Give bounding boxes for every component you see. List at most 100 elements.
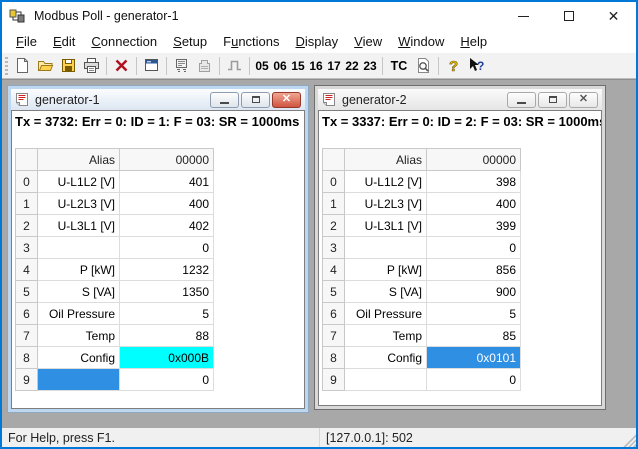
corner-header — [323, 149, 345, 171]
value-cell[interactable]: 398 — [427, 171, 521, 193]
menu-display[interactable]: Display — [288, 32, 347, 51]
restore-icon — [252, 96, 260, 103]
value-cell[interactable]: 400 — [427, 193, 521, 215]
alias-cell[interactable]: P [kW] — [345, 259, 427, 281]
value-cell[interactable]: 5 — [120, 303, 214, 325]
config-value-cell-selected[interactable]: 0x0101 — [427, 347, 521, 369]
alias-cell[interactable]: U-L1L2 [V] — [345, 171, 427, 193]
menu-setup[interactable]: Setup — [165, 32, 215, 51]
menu-help[interactable]: Help — [452, 32, 495, 51]
child-restore-button[interactable] — [538, 92, 567, 108]
new-button[interactable] — [11, 55, 34, 77]
function-06-button[interactable]: 06 — [271, 55, 289, 77]
alias-cell[interactable]: S [VA] — [38, 281, 120, 303]
alias-cell[interactable]: U-L2L3 [V] — [345, 193, 427, 215]
value-cell[interactable]: 1232 — [120, 259, 214, 281]
menu-window[interactable]: Window — [390, 32, 452, 51]
value-cell[interactable]: 900 — [427, 281, 521, 303]
close-button[interactable]: ✕ — [591, 2, 636, 30]
alias-cell[interactable]: Temp — [345, 325, 427, 347]
alias-cell-selected[interactable] — [38, 369, 120, 391]
child-minimize-button[interactable] — [507, 92, 536, 108]
toolbar-grip[interactable] — [5, 57, 8, 75]
titlebar[interactable]: Modbus Poll - generator-1 ✕ — [2, 2, 636, 30]
setup-window-icon — [143, 57, 160, 74]
table-row: 7 Temp 88 — [16, 325, 214, 347]
cancel-button[interactable] — [110, 55, 133, 77]
save-button[interactable] — [57, 55, 80, 77]
alias-cell[interactable]: Oil Pressure — [38, 303, 120, 325]
poll-definition-button[interactable] — [170, 55, 193, 77]
open-button[interactable] — [34, 55, 57, 77]
function-17-button[interactable]: 17 — [325, 55, 343, 77]
value-cell[interactable]: 85 — [427, 325, 521, 347]
table-row: 8 Config 0x000B — [16, 347, 214, 369]
value-cell[interactable]: 88 — [120, 325, 214, 347]
function-23-button[interactable]: 23 — [361, 55, 379, 77]
value-cell[interactable]: 400 — [120, 193, 214, 215]
comm-traffic-button[interactable] — [193, 55, 216, 77]
alias-cell[interactable]: U-L2L3 [V] — [38, 193, 120, 215]
child-titlebar-generator-1[interactable]: generator-1 ✕ — [11, 89, 305, 110]
menu-edit[interactable]: Edit — [45, 32, 83, 51]
value-cell[interactable]: 1350 — [120, 281, 214, 303]
config-value-cell-highlighted[interactable]: 0x000B — [120, 347, 214, 369]
alias-cell[interactable]: P [kW] — [38, 259, 120, 281]
menu-view[interactable]: View — [346, 32, 390, 51]
status-connection-text: [127.0.0.1]: 502 — [320, 428, 413, 447]
value-cell[interactable]: 0 — [120, 237, 214, 259]
resize-grip[interactable] — [622, 433, 636, 447]
document-icon — [14, 92, 30, 107]
alias-cell[interactable] — [38, 237, 120, 259]
alias-cell[interactable]: Temp — [38, 325, 120, 347]
help-button[interactable]: ? — [442, 55, 465, 77]
menu-functions[interactable]: Functions — [215, 32, 287, 51]
child-close-button[interactable]: ✕ — [272, 92, 301, 108]
minimize-button[interactable] — [501, 2, 546, 30]
row-number: 1 — [16, 193, 38, 215]
maximize-button[interactable] — [546, 2, 591, 30]
value-cell[interactable]: 0 — [427, 237, 521, 259]
alias-cell[interactable] — [345, 237, 427, 259]
value-cell[interactable]: 399 — [427, 215, 521, 237]
value-cell[interactable]: 856 — [427, 259, 521, 281]
menu-file[interactable]: File — [8, 32, 45, 51]
value-cell[interactable]: 402 — [120, 215, 214, 237]
alias-cell[interactable]: U-L3L1 [V] — [38, 215, 120, 237]
window-title: Modbus Poll - generator-1 — [34, 9, 179, 23]
context-help-button[interactable]: ? — [465, 55, 488, 77]
alias-cell[interactable] — [345, 369, 427, 391]
value-cell[interactable]: 0 — [427, 369, 521, 391]
function-15-button[interactable]: 15 — [289, 55, 307, 77]
child-restore-button[interactable] — [241, 92, 270, 108]
alias-cell[interactable]: S [VA] — [345, 281, 427, 303]
close-icon: ✕ — [608, 9, 620, 23]
pulse-button[interactable] — [223, 55, 246, 77]
table-row: 5 S [VA] 1350 — [16, 281, 214, 303]
value-cell[interactable]: 5 — [427, 303, 521, 325]
find-button[interactable] — [412, 55, 435, 77]
child-client-area: Tx = 3732: Err = 0: ID = 1: F = 03: SR =… — [11, 110, 305, 409]
child-titlebar-generator-2[interactable]: generator-2 ✕ — [318, 89, 602, 110]
alias-cell[interactable]: Config — [38, 347, 120, 369]
function-16-button[interactable]: 16 — [307, 55, 325, 77]
alias-cell[interactable]: Oil Pressure — [345, 303, 427, 325]
menu-connection[interactable]: Connection — [83, 32, 165, 51]
child-close-button[interactable]: ✕ — [569, 92, 598, 108]
value-cell[interactable]: 0 — [120, 369, 214, 391]
address-header: 00000 — [120, 149, 214, 171]
alias-cell[interactable]: U-L1L2 [V] — [38, 171, 120, 193]
alias-cell[interactable]: U-L3L1 [V] — [345, 215, 427, 237]
table-row: 2 U-L3L1 [V] 399 — [323, 215, 521, 237]
child-window-generator-1: generator-1 ✕ Tx = 3732: Err = 0: ID = 1… — [8, 86, 308, 412]
menubar: File Edit Connection Setup Functions Dis… — [2, 30, 636, 53]
test-center-button[interactable]: TC — [386, 55, 412, 77]
print-button[interactable] — [80, 55, 103, 77]
function-22-button[interactable]: 22 — [343, 55, 361, 77]
child-minimize-button[interactable] — [210, 92, 239, 108]
row-number: 7 — [16, 325, 38, 347]
value-cell[interactable]: 401 — [120, 171, 214, 193]
alias-cell[interactable]: Config — [345, 347, 427, 369]
setup-window-button[interactable] — [140, 55, 163, 77]
function-05-button[interactable]: 05 — [253, 55, 271, 77]
